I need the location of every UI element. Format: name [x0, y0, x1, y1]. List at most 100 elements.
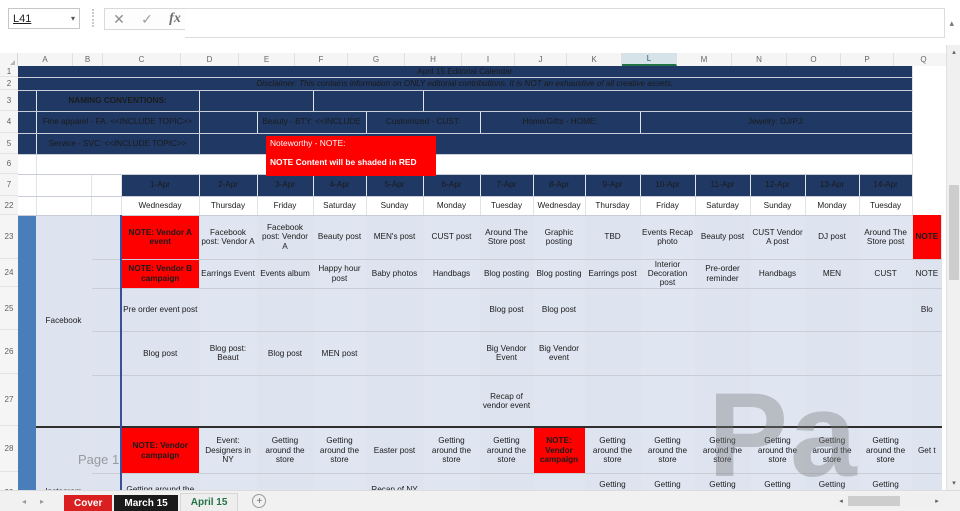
cell-r29-14[interactable]: Getting around the store — [859, 473, 913, 490]
check-icon[interactable]: ✓ — [133, 9, 161, 29]
cell-r27-10[interactable] — [640, 375, 696, 428]
table-row[interactable]: Blog post Blog post: Beaut Blog post MEN po… — [18, 331, 942, 376]
cell-r28-8[interactable]: NOTE: Vendor campaign — [533, 426, 586, 474]
tab-prev-icon[interactable]: ◂ — [22, 497, 26, 506]
column-header-k[interactable]: K — [567, 53, 622, 66]
cell-r25-13[interactable] — [805, 288, 860, 332]
cell-r26-1[interactable]: Blog post — [120, 331, 200, 376]
cell-r24-1[interactable]: NOTE: Vendor B campaign — [120, 259, 200, 289]
cell-r28-2[interactable]: Event: Designers in NY — [199, 426, 258, 474]
table-row[interactable]: Getting around the storeNY EventNY Event… — [18, 473, 942, 490]
cell-r29-6[interactable]: Beauty photos — [423, 473, 481, 490]
cell-r25-12[interactable] — [750, 288, 806, 332]
cell-r24-7[interactable]: Blog posting — [480, 259, 534, 289]
cell-r28-10[interactable]: Getting around the store — [640, 426, 696, 474]
table-row[interactable]: Recap of vendor event — [18, 375, 942, 428]
column-header-j[interactable]: J — [515, 53, 567, 66]
column-header-p[interactable]: P — [841, 53, 894, 66]
cell-r28-1[interactable]: NOTE: Vendor campaign — [120, 426, 200, 474]
cell-r27-7[interactable]: Recap of vendor event — [480, 375, 534, 428]
row-header-22[interactable]: 22 — [0, 196, 18, 215]
select-all-corner[interactable] — [0, 53, 18, 66]
column-header-d[interactable]: D — [181, 53, 239, 66]
cell-r28-4[interactable]: Getting around the store — [313, 426, 367, 474]
add-sheet-icon[interactable]: + — [252, 494, 267, 508]
cell-r24-8[interactable]: Blog posting — [533, 259, 586, 289]
cell-r29-8[interactable]: Vendor event — [533, 473, 586, 490]
cell-r28-7[interactable]: Getting around the store — [480, 426, 534, 474]
cell-r27-13[interactable] — [805, 375, 860, 428]
cell-r26-5[interactable] — [366, 331, 424, 376]
row-header-3[interactable]: 3 — [0, 90, 18, 111]
cell-r28-9[interactable]: Getting around the store — [585, 426, 641, 474]
column-header-g[interactable]: G — [348, 53, 405, 66]
cell-r25-1[interactable]: Pre order event post — [120, 288, 200, 332]
cell-r29-3[interactable]: NY Event — [257, 473, 314, 490]
cell-r26-2[interactable]: Blog post: Beaut — [199, 331, 258, 376]
cell-r28-11[interactable]: Getting around the store — [695, 426, 751, 474]
column-header-e[interactable]: E — [239, 53, 295, 66]
cell-r24-3[interactable]: Events album — [257, 259, 314, 289]
cell-r24-10[interactable]: Interior Decoration post — [640, 259, 696, 289]
horizontal-scrollbar[interactable]: ◂ ▸ — [834, 494, 944, 508]
table-row[interactable]: NOTE: Vendor B campaign Earrings Event Eve… — [18, 259, 942, 289]
cell-r28-6[interactable]: Getting around the store — [423, 426, 481, 474]
cell-r26-15[interactable] — [912, 331, 942, 376]
column-header-a[interactable]: A — [18, 53, 73, 66]
row-header-26[interactable]: 26 — [0, 330, 18, 374]
cell-r29-2[interactable]: NY Event — [199, 473, 258, 490]
sheet-tab-march-15[interactable]: March 15 — [114, 494, 178, 511]
cell-r23-9[interactable]: TBD — [585, 215, 641, 260]
row-header-27[interactable]: 27 — [0, 374, 18, 426]
cell-r25-6[interactable] — [423, 288, 481, 332]
cell-r26-3[interactable]: Blog post — [257, 331, 314, 376]
cell-r27-12[interactable] — [750, 375, 806, 428]
cell-r27-5[interactable] — [366, 375, 424, 428]
cell-r27-14[interactable] — [859, 375, 913, 428]
cell-r28-3[interactable]: Getting around the store — [257, 426, 314, 474]
table-row[interactable]: Pre order event post Blog post Blog post Bl… — [18, 288, 942, 332]
cell-r29-10[interactable]: Getting around the store — [640, 473, 696, 490]
cell-r29-12[interactable]: Getting around the store — [750, 473, 806, 490]
cell-r25-7[interactable]: Blog post — [480, 288, 534, 332]
cell-r26-7[interactable]: Big Vendor Event — [480, 331, 534, 376]
cell-r24-15[interactable]: NOTE — [912, 259, 942, 289]
row-header-2[interactable]: 2 — [0, 77, 18, 90]
column-header-l[interactable]: L — [622, 53, 677, 66]
cell-r23-8[interactable]: Graphic posting — [533, 215, 586, 260]
row-header-24[interactable]: 24 — [0, 259, 18, 287]
cell-r23-14[interactable]: Around The Store post — [859, 215, 913, 260]
cell-r27-2[interactable] — [199, 375, 258, 428]
cell-r25-9[interactable] — [585, 288, 641, 332]
cell-r26-8[interactable]: Big Vendor event — [533, 331, 586, 376]
vertical-scroll-thumb[interactable] — [949, 185, 959, 280]
cell-r26-10[interactable] — [640, 331, 696, 376]
cell-r26-6[interactable] — [423, 331, 481, 376]
cell-r23-5[interactable]: MEN's post — [366, 215, 424, 260]
sheet-tab-april-15[interactable]: April 15 — [179, 492, 239, 511]
cell-r26-9[interactable] — [585, 331, 641, 376]
cell-r24-4[interactable]: Happy hour post — [313, 259, 367, 289]
cell-r23-10[interactable]: Events Recap photo — [640, 215, 696, 260]
name-box[interactable]: L41 ▾ — [8, 8, 80, 29]
tab-next-icon[interactable]: ▸ — [40, 497, 44, 506]
cell-r29-11[interactable]: Getting around the store — [695, 473, 751, 490]
cell-r27-6[interactable] — [423, 375, 481, 428]
cell-r29-13[interactable]: Getting around the store — [805, 473, 860, 490]
chevron-down-icon[interactable]: ▾ — [71, 14, 75, 23]
horizontal-scroll-track[interactable] — [848, 496, 930, 506]
cell-r27-4[interactable] — [313, 375, 367, 428]
cell-r25-10[interactable] — [640, 288, 696, 332]
cell-r26-14[interactable] — [859, 331, 913, 376]
cell-r23-11[interactable]: Beauty post — [695, 215, 751, 260]
column-header-i[interactable]: I — [462, 53, 515, 66]
cell-r25-11[interactable] — [695, 288, 751, 332]
cell-r27-9[interactable] — [585, 375, 641, 428]
cell-r23-2[interactable]: Facebook post: Vendor A — [199, 215, 258, 260]
cell-r25-5[interactable] — [366, 288, 424, 332]
table-row[interactable]: Instagram NOTE: Vendor campaignEvent: De… — [18, 426, 942, 490]
cell-r29-15[interactable]: Get t — [912, 473, 942, 490]
formula-input[interactable] — [185, 8, 945, 38]
horizontal-scroll-thumb[interactable] — [848, 496, 900, 506]
cell-r29-4[interactable]: NY Event — [313, 473, 367, 490]
